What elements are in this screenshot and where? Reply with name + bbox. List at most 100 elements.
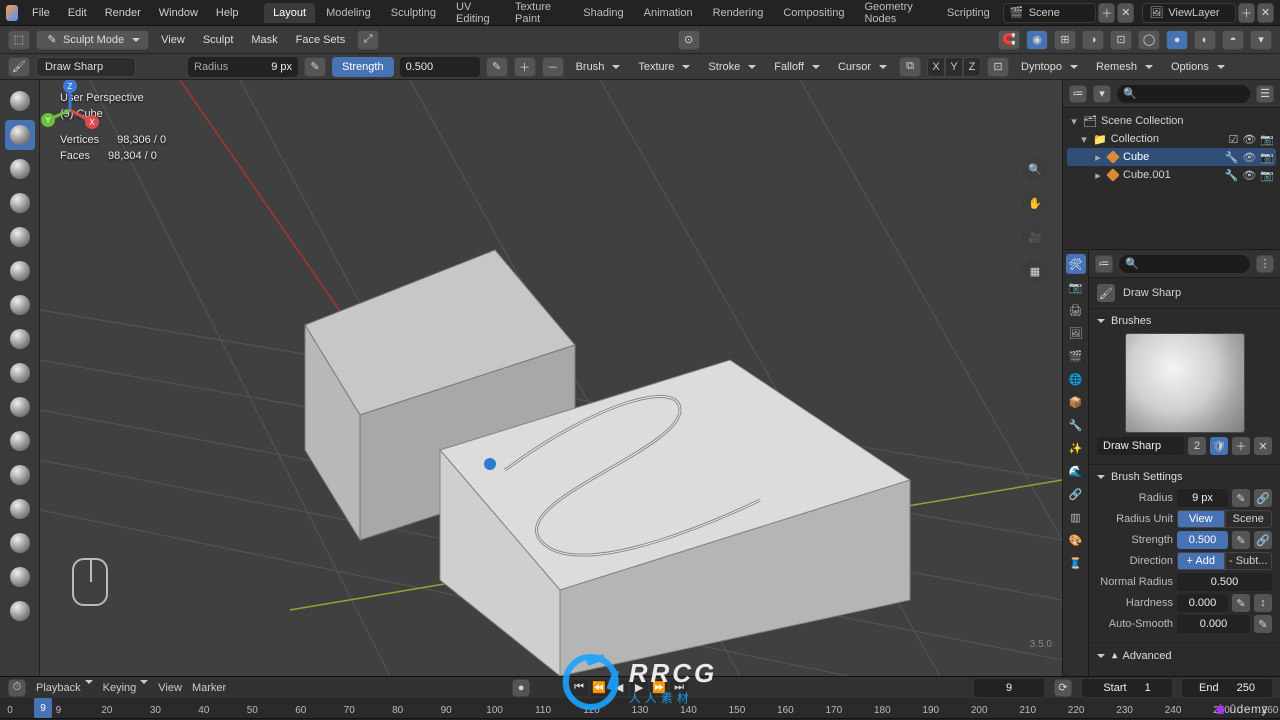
p-radiusunit-toggle[interactable]: View Scene — [1177, 510, 1272, 528]
tool-multiplane[interactable] — [5, 528, 35, 558]
proptab-particles[interactable]: ✨ — [1066, 438, 1086, 458]
p-radius-pressure[interactable]: ✎ — [1232, 489, 1250, 507]
nav-gizmo[interactable]: X Y Z — [40, 80, 100, 140]
tl-keying[interactable]: Keying — [103, 682, 149, 694]
p-direction-toggle[interactable]: + Add - Subt... — [1177, 552, 1272, 570]
outliner-filter[interactable]: ☰ — [1256, 85, 1274, 103]
props-type-dropdown[interactable]: ≔ — [1095, 255, 1113, 273]
tl-view[interactable]: View — [158, 682, 182, 694]
vp-persp-button[interactable]: ▦ — [1022, 258, 1048, 284]
tree-item-cube[interactable]: ▸ Cube 🔧👁📷 — [1067, 148, 1276, 166]
brush-datablock[interactable]: Draw Sharp — [1097, 437, 1184, 455]
sec-brushes[interactable]: Brushes — [1097, 315, 1272, 327]
tool-flatten[interactable] — [5, 426, 35, 456]
menu-render[interactable]: Render — [97, 3, 149, 23]
p-hardness-pressure[interactable]: ✎ — [1232, 594, 1250, 612]
tool-smooth[interactable] — [5, 392, 35, 422]
strength-field[interactable]: 0.500 — [400, 57, 480, 77]
brush-name-field[interactable]: Draw Sharp — [36, 57, 136, 77]
outliner-display-dropdown[interactable]: ▾ — [1093, 85, 1111, 103]
direction-sub[interactable]: - Subt... — [1225, 552, 1273, 570]
vp-zoom-button[interactable]: 🔍 — [1022, 156, 1048, 182]
p-autosmooth-value[interactable]: 0.000 — [1177, 615, 1250, 633]
shading-matprev[interactable]: ◐ — [1194, 30, 1216, 50]
strength-label-toggle[interactable]: Strength — [332, 57, 394, 77]
prev-key[interactable]: ⏪ — [590, 680, 608, 696]
item-eye-icon[interactable]: 👁 — [1242, 151, 1256, 164]
mod-icon[interactable]: 🔧 — [1225, 151, 1239, 164]
dd-brush[interactable]: Brush — [570, 57, 627, 77]
hdr2-view[interactable]: View — [155, 30, 191, 50]
strength-pressure[interactable]: ✎ — [486, 57, 508, 77]
shading-solid[interactable]: ● — [1166, 30, 1188, 50]
shading-wire[interactable]: ◯ — [1138, 30, 1160, 50]
dd-stroke[interactable]: Stroke — [702, 57, 762, 77]
tl-playback[interactable]: Playback — [36, 682, 93, 694]
scene-new-button[interactable]: ＋ — [1098, 3, 1115, 23]
collection-exclude-icon[interactable]: ☑ — [1228, 133, 1238, 146]
tree-scene-collection[interactable]: ▾🗂 Scene Collection — [1067, 112, 1276, 130]
proportional-edit[interactable]: ◉ — [1026, 30, 1048, 50]
proptab-viewlayer[interactable]: 🖼 — [1066, 323, 1086, 343]
workspace-geometry-nodes[interactable]: Geometry Nodes — [855, 0, 935, 29]
start-frame[interactable]: Start 1 — [1082, 679, 1172, 697]
scene-delete-button[interactable]: ✕ — [1117, 3, 1134, 23]
p-hardness-value[interactable]: 0.000 — [1177, 594, 1228, 612]
brush-new[interactable]: ＋ — [1232, 437, 1250, 455]
brush-users[interactable]: 2 — [1188, 437, 1206, 455]
scene-selector[interactable]: 🎬 Scene — [1003, 3, 1097, 23]
sym-y[interactable]: Y — [945, 57, 963, 77]
tool-layer[interactable] — [5, 256, 35, 286]
tool-clay-thumb[interactable] — [5, 222, 35, 252]
sym-x[interactable]: X — [927, 57, 945, 77]
workspace-texture-paint[interactable]: Texture Paint — [506, 0, 572, 29]
autokey-toggle[interactable]: ● — [512, 679, 530, 697]
brush-preview[interactable] — [1125, 333, 1245, 433]
viewlayer-delete-button[interactable]: ✕ — [1257, 3, 1274, 23]
menu-help[interactable]: Help — [208, 3, 247, 23]
mod-icon[interactable]: 🔧 — [1225, 169, 1239, 182]
frame-sync[interactable]: ⟳ — [1054, 679, 1072, 697]
proptab-physics[interactable]: 🌊 — [1066, 461, 1086, 481]
current-frame[interactable]: 9 — [974, 679, 1044, 697]
sec-advanced[interactable]: Advanced — [1123, 650, 1172, 662]
workspace-sculpting[interactable]: Sculpting — [382, 3, 445, 23]
hdr2-mask[interactable]: Mask — [245, 30, 283, 50]
props-search[interactable]: 🔍 — [1119, 255, 1250, 273]
props-options[interactable]: ⋮ — [1256, 255, 1274, 273]
overlay-gizmo-toggle[interactable]: ⊞ — [1054, 30, 1076, 50]
workspace-modeling[interactable]: Modeling — [317, 3, 380, 23]
item-render-icon[interactable]: 📷 — [1260, 169, 1274, 182]
p-radius-value[interactable]: 9 px — [1177, 489, 1228, 507]
workspace-uv-editing[interactable]: UV Editing — [447, 0, 504, 29]
tool-clay-strips[interactable] — [5, 188, 35, 218]
tool-inflate[interactable] — [5, 290, 35, 320]
proptab-render[interactable]: 📷 — [1066, 277, 1086, 297]
tool-fill[interactable] — [5, 460, 35, 490]
fake-user-toggle[interactable]: 🛡 — [1210, 437, 1228, 455]
item-eye-icon[interactable]: 👁 — [1242, 169, 1256, 182]
tl-marker[interactable]: Marker — [192, 682, 226, 694]
tool-draw-sharp[interactable] — [5, 120, 35, 150]
dd-texture[interactable]: Texture — [632, 57, 696, 77]
menu-file[interactable]: File — [24, 3, 58, 23]
jump-end[interactable]: ⏭ — [670, 680, 688, 696]
proptab-constraints[interactable]: 🔗 — [1066, 484, 1086, 504]
tree-collection[interactable]: ▾📁 Collection ☑👁📷 — [1067, 130, 1276, 148]
p-hardness-invert[interactable]: ↕ — [1254, 594, 1272, 612]
play-rev[interactable]: ◀ — [610, 680, 628, 696]
proptab-material[interactable]: 🎨 — [1066, 530, 1086, 550]
play[interactable]: ▶ — [630, 680, 648, 696]
shading-rendered[interactable]: ◓ — [1222, 30, 1244, 50]
workspace-animation[interactable]: Animation — [635, 3, 702, 23]
radiusunit-scene[interactable]: Scene — [1225, 510, 1273, 528]
p-normalradius-value[interactable]: 0.500 — [1177, 573, 1272, 591]
proptab-tool[interactable]: 🛠 — [1066, 254, 1086, 274]
overlay-toggle[interactable]: ◑ — [1082, 30, 1104, 50]
pivot-dropdown[interactable]: ⊙ — [678, 30, 700, 50]
vp-pan-button[interactable]: ✋ — [1022, 190, 1048, 216]
brush-unlink[interactable]: ✕ — [1254, 437, 1272, 455]
tool-draw[interactable] — [5, 86, 35, 116]
outliner-type-dropdown[interactable]: ≔ — [1069, 85, 1087, 103]
vp-camera-button[interactable]: 🎥 — [1022, 224, 1048, 250]
